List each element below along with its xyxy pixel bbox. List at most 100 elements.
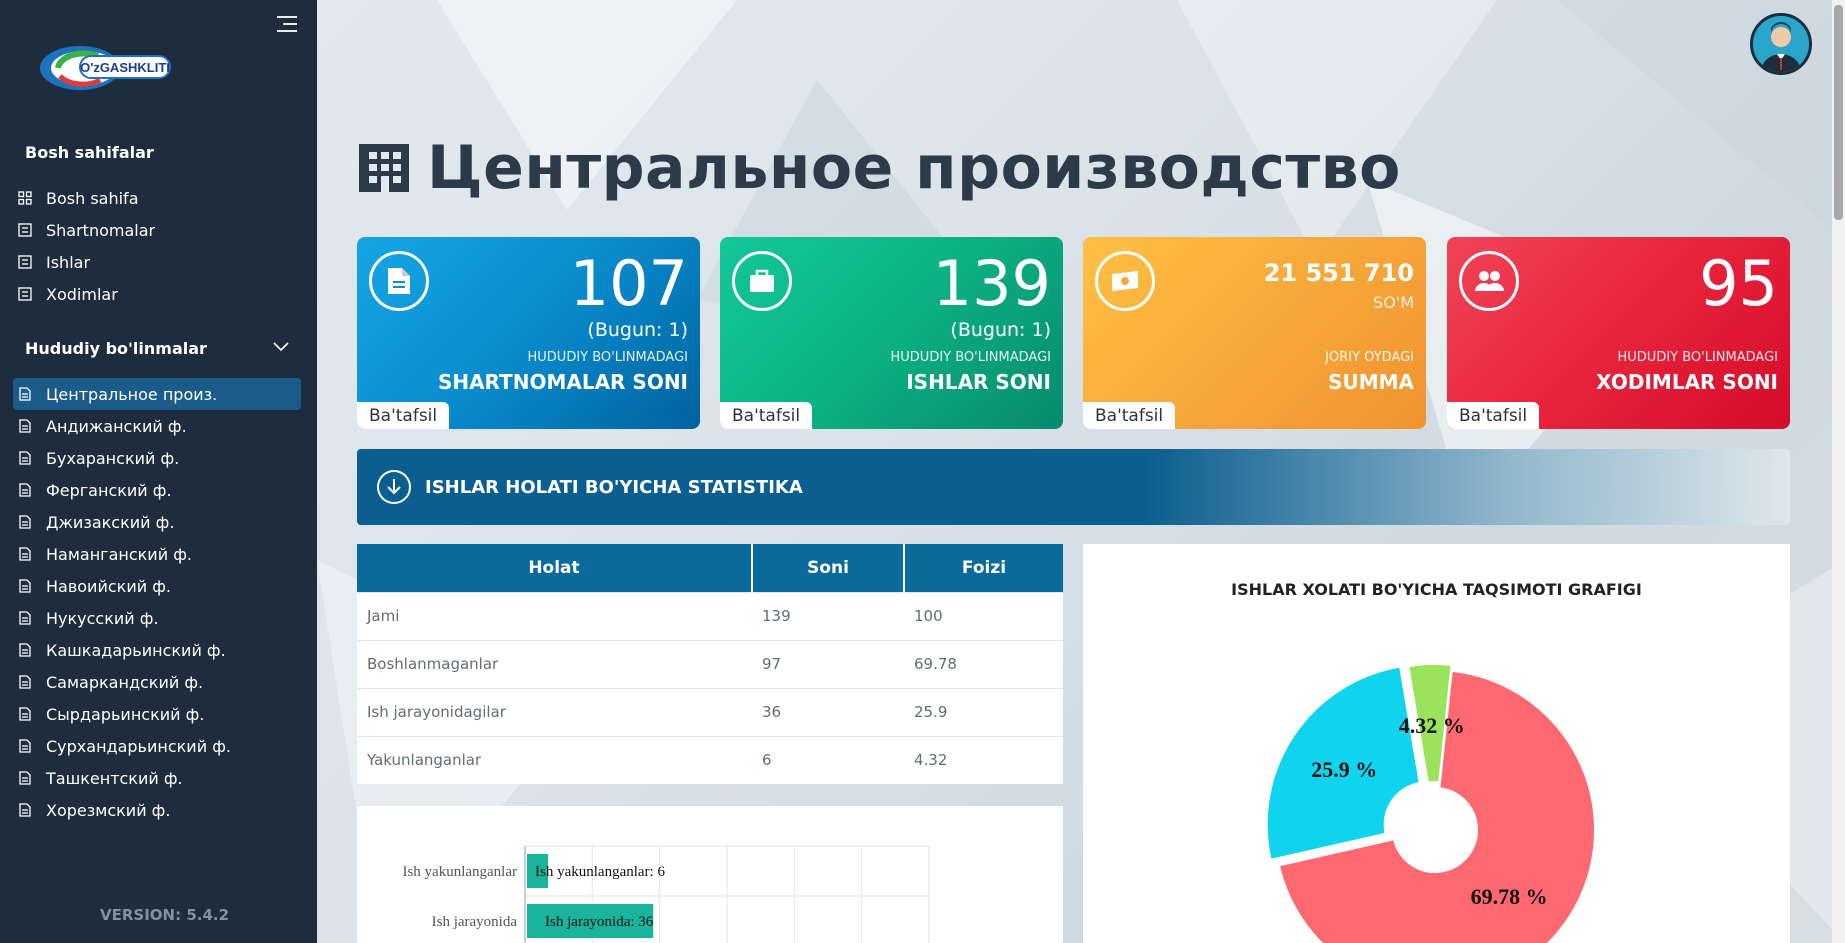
card-sublabel: HUDUDIY BO'LINMADAGI [527, 350, 689, 365]
document-icon [19, 771, 31, 785]
card-value: 139 [932, 247, 1051, 320]
arrow-down-circle-icon[interactable] [377, 470, 411, 504]
sidebar-item-label: Bosh sahifa [46, 188, 139, 208]
page-title: Центральное производство [427, 133, 1401, 203]
table-cell: 69.78 [904, 639, 1063, 688]
briefcase-icon [732, 251, 792, 311]
sidebar-region-label: Хорезмский ф. [46, 800, 171, 820]
sidebar-region-item[interactable]: Андижанский ф. [13, 410, 301, 442]
pie-slice-label: 69.78 % [1471, 884, 1548, 909]
details-button[interactable]: Ba'tafsil [1083, 402, 1176, 429]
main-content: Центральное производство 107 (Bugun: 1) … [317, 0, 1845, 943]
card-sum: 21 551 710 SO'M JORIY OYDAGI SUMMA Ba'ta… [1083, 237, 1426, 429]
card-employees: 95 HUDUDIY BO'LINMADAGI XODIMLAR SONI Ba… [1447, 237, 1790, 429]
table-cell: Boshlanmaganlar [357, 639, 752, 688]
money-icon [1095, 251, 1155, 311]
grid-icon [18, 191, 32, 205]
card-sublabel: JORIY OYDAGI [1325, 350, 1414, 365]
stats-section-header: ISHLAR HOLATI BO'YICHA STATISTIKA [357, 449, 1790, 525]
menu-toggle-icon[interactable] [277, 16, 297, 34]
sidebar-region-label: Навоийский ф. [46, 576, 171, 596]
document-icon [369, 251, 429, 311]
bar-category-label: Ish jarayonida [432, 914, 518, 930]
details-button[interactable]: Ba'tafsil [1447, 402, 1540, 429]
sidebar-region-label: Центральное произ. [46, 384, 218, 404]
table-cell: 6 [752, 735, 904, 784]
sidebar-item[interactable]: Bosh sahifa [13, 182, 301, 214]
document-icon [19, 739, 31, 753]
card-sublabel: HUDUDIY BO'LINMADAGI [1617, 350, 1779, 365]
users-icon [1459, 251, 1519, 311]
sidebar-region-item[interactable]: Сырдарьинский ф. [13, 698, 301, 730]
company-logo[interactable]: O'zGASHKLITI [38, 42, 173, 94]
document-icon [19, 675, 31, 689]
sidebar-region-label: Бухаранский ф. [46, 448, 180, 468]
pie-chart-panel: ISHLAR XOLATI BO'YICHA TAQSIMOTI GRAFIGI… [1083, 544, 1790, 943]
sidebar-region-label: Сырдарьинский ф. [46, 704, 205, 724]
sidebar-region-item[interactable]: Джизакский ф. [13, 506, 301, 538]
sidebar-item[interactable]: Shartnomalar [13, 214, 301, 246]
page-header: Центральное производство [357, 133, 1401, 203]
sidebar-region-label: Наманганский ф. [46, 544, 192, 564]
sidebar-region-item[interactable]: Наманганский ф. [13, 538, 301, 570]
sidebar-region-item[interactable]: Нукусский ф. [13, 602, 301, 634]
version-label: VERSION: 5.4.2 [100, 906, 230, 924]
details-button[interactable]: Ba'tafsil [720, 402, 813, 429]
sidebar-region-item[interactable]: Сурхандарьинский ф. [13, 730, 301, 762]
sidebar-region-item[interactable]: Самаркандский ф. [13, 666, 301, 698]
table-cell: 97 [752, 639, 904, 688]
card-today: (Bugun: 1) [587, 319, 688, 341]
card-value: 95 [1699, 247, 1778, 320]
svg-text:O'zGASHKLITI: O'zGASHKLITI [80, 60, 170, 75]
document-icon [19, 707, 31, 721]
document-icon [19, 643, 31, 657]
card-works: 139 (Bugun: 1) HUDUDIY BO'LINMADAGI ISHL… [720, 237, 1063, 429]
card-label: XODIMLAR SONI [1596, 370, 1778, 394]
sidebar-region-item[interactable]: Кашкадарьинский ф. [13, 634, 301, 666]
card-unit: SO'M [1373, 293, 1414, 312]
list-icon [18, 287, 32, 301]
building-icon [359, 144, 409, 192]
sidebar-item[interactable]: Xodimlar [13, 278, 301, 310]
column-header[interactable]: Soni [752, 544, 905, 592]
section-title-main: Bosh sahifalar [25, 143, 154, 162]
sidebar-item-label: Shartnomalar [46, 220, 156, 240]
pie-slice-label: 25.9 % [1311, 757, 1377, 782]
list-icon [18, 223, 32, 237]
stats-table: Holat Soni Foizi Jami 139 100 Boshlanmaganl… [357, 544, 1063, 784]
card-contracts: 107 (Bugun: 1) HUDUDIY BO'LINMADAGI SHAR… [357, 237, 700, 429]
user-avatar[interactable] [1750, 13, 1812, 75]
pie-chart: 69.78 % 25.9 % 4.32 % [1265, 663, 1596, 943]
sidebar-region-label: Ташкентский ф. [46, 768, 183, 788]
sidebar-region-item[interactable]: Бухаранский ф. [13, 442, 301, 474]
bar-chart: Ish yakunlanganlar Ish yakunlanganlar: 6 I… [402, 845, 930, 943]
details-button[interactable]: Ba'tafsil [357, 402, 450, 429]
sidebar-region-item[interactable]: Хорезмский ф. [13, 794, 301, 826]
chevron-down-icon[interactable] [273, 342, 289, 352]
sidebar: O'zGASHKLITI Bosh sahifalar Bosh sahifa S… [0, 0, 317, 943]
sidebar-region-item[interactable]: Ферганский ф. [13, 474, 301, 506]
column-header[interactable]: Foizi [904, 544, 1063, 592]
table-cell: 36 [752, 687, 904, 736]
pie-slice-label: 4.32 % [1399, 713, 1465, 738]
sidebar-region-label: Кашкадарьинский ф. [46, 640, 226, 660]
sidebar-region-item[interactable]: Навоийский ф. [13, 570, 301, 602]
section-title-regions[interactable]: Hududiy bo'linmalar [25, 339, 207, 358]
document-icon [19, 547, 31, 561]
document-icon [19, 419, 31, 433]
document-icon [19, 387, 31, 401]
sidebar-region-item[interactable]: Ташкентский ф. [13, 762, 301, 794]
column-header[interactable]: Holat [357, 544, 753, 592]
document-icon [19, 451, 31, 465]
scrollbar[interactable] [1832, 0, 1845, 943]
table-row: Boshlanmaganlar 97 69.78 [357, 639, 1063, 688]
sidebar-region-label: Ферганский ф. [46, 480, 172, 500]
card-value: 107 [569, 247, 688, 320]
bar-data-label: Ish jarayonida: 36 [545, 914, 654, 930]
card-label: SUMMA [1328, 370, 1414, 394]
table-cell: Jami [357, 591, 752, 640]
sidebar-item[interactable]: Ishlar [13, 246, 301, 278]
table-cell: 25.9 [904, 687, 1063, 736]
sidebar-region-item[interactable]: Центральное произ. [13, 378, 301, 410]
document-icon [19, 515, 31, 529]
